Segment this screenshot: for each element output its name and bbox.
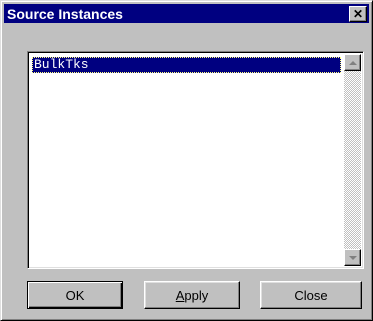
source-instances-list[interactable]: BulkTks <box>27 51 364 269</box>
list-content: BulkTks <box>30 54 343 266</box>
close-button-label: Close <box>294 287 328 303</box>
dialog-title: Source Instances <box>7 5 123 22</box>
close-button[interactable]: Close <box>260 281 362 309</box>
arrow-down-icon <box>348 255 357 260</box>
close-icon: ✕ <box>352 7 364 21</box>
vertical-scrollbar[interactable] <box>344 54 361 266</box>
ok-button-label: OK <box>65 287 85 303</box>
scroll-down-button[interactable] <box>344 249 361 266</box>
arrow-up-icon <box>348 60 357 65</box>
close-window-button[interactable]: ✕ <box>349 6 367 22</box>
scroll-up-button[interactable] <box>344 54 361 71</box>
apply-label-rest: pply <box>184 287 209 303</box>
title-bar[interactable]: Source Instances ✕ <box>4 4 369 23</box>
list-item[interactable]: BulkTks <box>32 57 341 73</box>
source-instances-dialog: Source Instances ✕ BulkTks OK Apply Clos… <box>0 0 373 321</box>
ok-button[interactable]: OK <box>27 281 123 309</box>
apply-button-label: Apply <box>176 288 209 303</box>
apply-button[interactable]: Apply <box>144 281 240 309</box>
